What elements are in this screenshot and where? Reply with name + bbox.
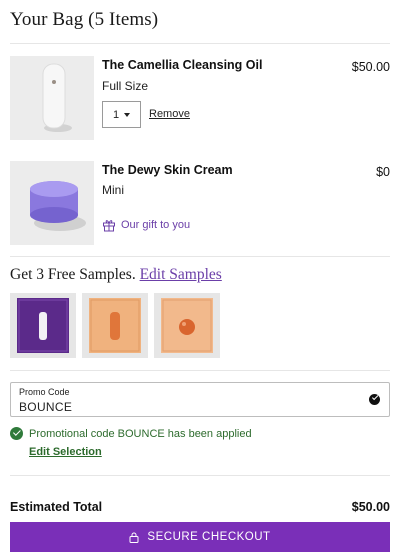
chevron-down-icon	[124, 112, 131, 117]
edit-selection-link[interactable]: Edit Selection	[29, 446, 102, 458]
item-name[interactable]: The Dewy Skin Cream	[102, 163, 233, 177]
quantity-select[interactable]: 1	[102, 101, 141, 128]
page-title: Your Bag (5 Items)	[10, 9, 159, 30]
success-check-icon	[10, 427, 23, 440]
samples-heading: Get 3 Free Samples. Edit Samples	[10, 266, 222, 284]
divider	[10, 43, 390, 44]
lock-icon	[129, 532, 139, 543]
item-name[interactable]: The Camellia Cleansing Oil	[102, 58, 262, 72]
quantity-value: 1	[112, 108, 120, 121]
item-price: $50.00	[351, 60, 390, 74]
edit-samples-link[interactable]: Edit Samples	[140, 266, 222, 283]
product-image[interactable]	[10, 161, 94, 245]
sample-packet-image	[89, 298, 141, 353]
promo-applied-message: Promotional code BOUNCE has been applied	[10, 427, 252, 440]
checkout-label: SECURE CHECKOUT	[147, 531, 271, 543]
product-image[interactable]	[10, 56, 94, 140]
sample-card[interactable]	[10, 293, 76, 358]
samples-heading-text: Get 3 Free Samples.	[10, 266, 136, 283]
gift-note: Our gift to you	[102, 218, 190, 232]
remove-link[interactable]: Remove	[149, 108, 190, 120]
item-variant: Full Size	[102, 79, 149, 93]
sample-card[interactable]	[82, 293, 148, 358]
skin-cream-jar-image	[10, 161, 94, 245]
sample-packet-image	[161, 298, 213, 353]
sample-card[interactable]	[154, 293, 220, 358]
promo-code-input[interactable]: BOUNCE	[19, 400, 72, 414]
gift-icon	[103, 220, 115, 232]
sample-packet-image	[17, 298, 69, 353]
gift-label: Our gift to you	[121, 219, 191, 231]
cart-item: The Camellia Cleansing Oil $50.00 Full S…	[10, 56, 390, 140]
item-variant: Mini	[102, 183, 125, 197]
divider	[10, 475, 390, 476]
promo-code-label: Promo Code	[19, 387, 70, 397]
item-price: $0	[376, 165, 390, 179]
promo-applied-text: Promotional code BOUNCE has been applied	[29, 427, 252, 440]
promo-code-field[interactable]: Promo Code BOUNCE	[10, 382, 390, 417]
cleansing-oil-bottle-image	[10, 56, 94, 140]
check-circle-icon[interactable]	[369, 394, 380, 405]
estimated-total-label: Estimated Total	[10, 500, 103, 514]
secure-checkout-button[interactable]: SECURE CHECKOUT	[10, 522, 390, 552]
divider	[10, 370, 390, 371]
estimated-total-value: $50.00	[351, 500, 390, 514]
divider	[10, 256, 390, 257]
cart-item: The Dewy Skin Cream $0 Mini Our gift to …	[10, 161, 390, 245]
